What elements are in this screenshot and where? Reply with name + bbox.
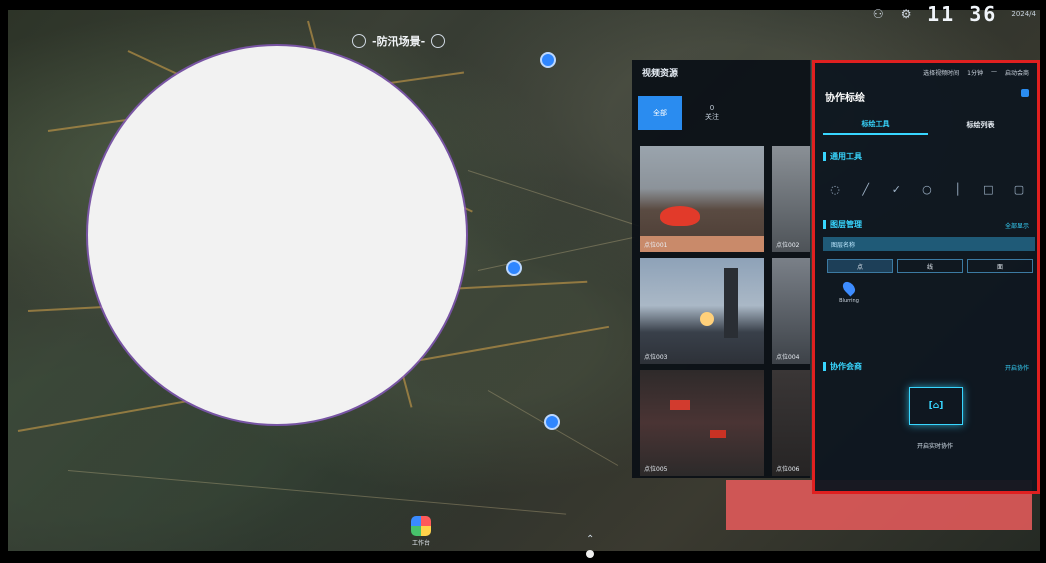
marker-icon bbox=[840, 279, 858, 297]
line-icon[interactable]: ╱ bbox=[858, 181, 874, 197]
section-marker bbox=[823, 362, 826, 371]
layer-item[interactable]: Blurring bbox=[829, 279, 869, 304]
thumbnail-detail bbox=[700, 312, 714, 326]
square-icon[interactable]: ▢ bbox=[1011, 181, 1027, 197]
section-cooperate: 协作会商 bbox=[823, 361, 862, 372]
start-cooperate-link[interactable]: 开启协作 bbox=[1005, 363, 1029, 372]
video-thumbnail[interactable]: 点位004 bbox=[772, 258, 810, 364]
layer-bar[interactable]: 图层名称 bbox=[823, 237, 1035, 251]
settings-icon[interactable] bbox=[431, 34, 446, 48]
map-road bbox=[477, 236, 635, 271]
collab-toolbar-item[interactable]: 启动会商 bbox=[1005, 68, 1029, 77]
thumbnail-detail bbox=[670, 400, 690, 410]
section-marker bbox=[823, 220, 826, 229]
point-icon[interactable]: ◌ bbox=[827, 181, 843, 197]
tab-plot-tools[interactable]: 标绘工具 bbox=[823, 115, 928, 135]
thumbnail-caption: 点位003 bbox=[644, 354, 668, 361]
gear-icon[interactable]: ⚙ bbox=[899, 7, 913, 21]
tool-row: ◌ ╱ ✓ ○ │ □ ▢ bbox=[827, 179, 1027, 199]
thumbnail-detail bbox=[660, 206, 700, 226]
page-title bbox=[285, 0, 525, 16]
check-icon[interactable]: ✓ bbox=[888, 181, 904, 197]
collab-toolbar-item: — bbox=[990, 68, 997, 75]
map-marker-icon[interactable] bbox=[544, 414, 560, 430]
show-all-link[interactable]: 全部显示 bbox=[1005, 221, 1029, 230]
video-thumbnail[interactable]: 点位005 bbox=[640, 370, 764, 476]
date: 2024/4 bbox=[1011, 10, 1036, 18]
screen: -防汛场景- ⚇ ⚙ 11 36 2024/4 视频资源 全部 0 关注 点位0… bbox=[0, 0, 1046, 563]
segment-area[interactable]: 面 bbox=[967, 259, 1033, 273]
tab-plot-list[interactable]: 标绘列表 bbox=[928, 115, 1033, 135]
thumbnail-detail bbox=[710, 430, 726, 438]
scene-label: -防汛场景- bbox=[372, 35, 426, 48]
dock-label: 工作台 bbox=[411, 540, 430, 547]
tab-followed[interactable]: 0 关注 bbox=[690, 96, 734, 130]
collab-toolbar: 选择视频时间 1分钟 — 启动会商 bbox=[923, 68, 1029, 77]
collab-title: 协作标绘 bbox=[825, 93, 865, 104]
video-thumbnail[interactable]: 点位001 bbox=[640, 146, 764, 252]
video-resource-panel: 视频资源 全部 0 关注 点位001 点位002 点位003 点位004 点位0… bbox=[632, 60, 811, 478]
collab-toolbar-item[interactable]: 选择视频时间 bbox=[923, 68, 959, 77]
video-thumbnail[interactable]: 点位006 bbox=[772, 370, 810, 476]
circle-icon[interactable]: ○ bbox=[919, 181, 935, 197]
map-marker-icon[interactable] bbox=[540, 52, 556, 68]
collaboration-panel: 选择视频时间 1分钟 — 启动会商 协作标绘 标绘工具 标绘列表 通用工具 ◌ … bbox=[812, 60, 1040, 494]
letterbox-right bbox=[1040, 0, 1046, 563]
segment-point[interactable]: 点 bbox=[827, 259, 893, 273]
letterbox-left bbox=[0, 0, 8, 563]
thumbnail-caption: 点位002 bbox=[776, 242, 800, 249]
letterbox-bottom bbox=[0, 551, 1046, 563]
section-layers: 图层管理 bbox=[823, 219, 862, 230]
status-bar: ⚇ ⚙ 11 36 2024/4 bbox=[871, 2, 1036, 26]
chevron-up-icon[interactable]: ⌃ bbox=[586, 534, 594, 545]
section-marker bbox=[823, 152, 826, 161]
thumbnail-caption: 点位006 bbox=[776, 466, 800, 473]
video-panel-title: 视频资源 bbox=[642, 69, 679, 79]
map-overlay-circle bbox=[88, 46, 466, 424]
user-icon[interactable]: ⚇ bbox=[871, 7, 885, 21]
toggle-dot[interactable] bbox=[586, 550, 594, 558]
thumbnail-detail bbox=[724, 268, 738, 338]
start-cooperate-button[interactable]: [⌂] bbox=[909, 387, 963, 425]
scene-icon bbox=[352, 34, 366, 48]
thumbnail-caption: 点位005 bbox=[644, 466, 668, 473]
thumbnail-caption: 点位004 bbox=[776, 354, 800, 361]
map-road bbox=[67, 470, 567, 515]
cooperate-label: 开启实时协作 bbox=[916, 443, 953, 450]
close-icon[interactable] bbox=[1021, 89, 1029, 97]
map-road bbox=[467, 170, 640, 227]
section-tools: 通用工具 bbox=[823, 151, 862, 162]
rect-icon[interactable]: □ bbox=[980, 181, 996, 197]
video-thumbnail[interactable]: 点位002 bbox=[772, 146, 810, 252]
collab-tabs: 标绘工具 标绘列表 bbox=[823, 115, 1033, 135]
map-marker-icon[interactable] bbox=[506, 260, 522, 276]
workbench-app-icon bbox=[411, 516, 431, 536]
scene-selector[interactable]: -防汛场景- bbox=[352, 32, 446, 50]
video-thumbnail[interactable]: 点位003 bbox=[640, 258, 764, 364]
thumbnail-caption: 点位001 bbox=[644, 242, 668, 249]
clock: 11 36 bbox=[927, 2, 998, 26]
divider-icon: │ bbox=[954, 182, 961, 196]
collab-toolbar-item[interactable]: 1分钟 bbox=[967, 68, 983, 77]
tab-all[interactable]: 全部 bbox=[638, 96, 682, 130]
segment-line[interactable]: 线 bbox=[897, 259, 963, 273]
dock-workbench[interactable]: 工作台 bbox=[406, 516, 436, 547]
